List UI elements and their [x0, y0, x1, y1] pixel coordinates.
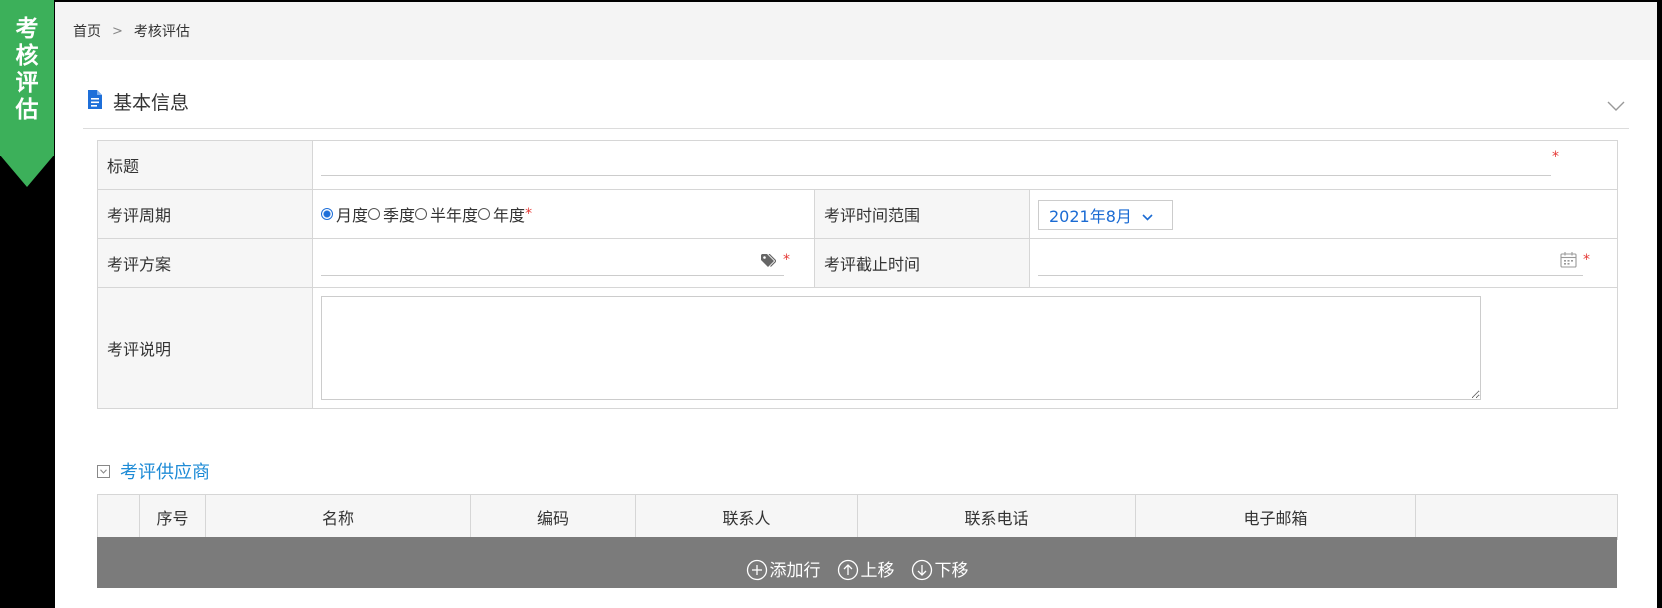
plan-input[interactable]: [321, 247, 784, 276]
radio-half-year[interactable]: [415, 208, 428, 220]
column-header: 序号: [139, 494, 206, 540]
radio-yearly[interactable]: [478, 208, 491, 220]
table-header-row: 序号 名称 编码 联系人 联系电话 电子邮箱: [97, 494, 1618, 540]
title-input[interactable]: [321, 147, 1552, 176]
cycle-label: 考评周期: [97, 189, 313, 239]
range-select[interactable]: 2021年8月: [1038, 200, 1173, 230]
ribbon-char: 评: [15, 70, 39, 96]
collapse-chevron-icon[interactable]: [1607, 96, 1625, 115]
vendors-title: 考评供应商: [120, 462, 210, 483]
ribbon-label: 考 核 评 估: [0, 16, 54, 124]
tag-icon[interactable]: [761, 252, 777, 271]
title-cell: *: [311, 140, 1619, 190]
radio-label[interactable]: 半年度: [430, 202, 478, 226]
main-panel: 首页 > 考核评估 基本信息 标题 * 考评周期 月度 季度 半年度 年度 * …: [55, 2, 1657, 608]
required-mark: *: [1552, 149, 1560, 165]
calendar-icon[interactable]: [1560, 252, 1577, 272]
cycle-radio-group: 月度 季度 半年度 年度 *: [313, 202, 814, 226]
move-up-button[interactable]: 上移: [837, 544, 895, 581]
add-row-button[interactable]: 添加行: [746, 544, 821, 581]
column-header: [97, 494, 140, 540]
column-header: 联系人: [635, 494, 858, 540]
move-down-label: 下移: [934, 561, 969, 581]
deadline-label: 考评截止时间: [814, 238, 1030, 288]
breadcrumb-separator: >: [112, 23, 123, 39]
column-header: [1415, 494, 1618, 540]
radio-monthly[interactable]: [321, 208, 333, 220]
radio-label[interactable]: 年度: [493, 202, 525, 226]
required-mark: *: [525, 206, 533, 222]
breadcrumb-home[interactable]: 首页: [73, 21, 101, 41]
column-header: 名称: [205, 494, 471, 540]
deadline-input[interactable]: [1038, 247, 1584, 276]
desc-textarea[interactable]: [321, 296, 1481, 400]
radio-label[interactable]: 季度: [383, 202, 415, 226]
move-up-label: 上移: [860, 561, 895, 581]
ribbon-char: 核: [15, 43, 39, 69]
plan-cell: *: [312, 238, 815, 288]
add-row-label: 添加行: [769, 561, 821, 581]
basic-info-form: 标题 * 考评周期 月度 季度 半年度 年度 * 考评时间范围 2021年8月: [97, 140, 1619, 409]
ribbon-tip: [0, 155, 54, 187]
section-title: 基本信息: [113, 92, 190, 114]
collapse-checkbox-icon[interactable]: [97, 464, 110, 478]
required-mark: *: [783, 252, 790, 268]
column-header: 联系电话: [857, 494, 1136, 540]
breadcrumb-current: 考核评估: [133, 24, 190, 40]
document-icon: [88, 90, 102, 109]
desc-cell: [311, 287, 1619, 409]
range-label: 考评时间范围: [814, 189, 1030, 239]
required-mark: *: [1583, 252, 1591, 268]
desc-label: 考评说明: [97, 287, 313, 409]
plus-circle-icon: [746, 559, 767, 581]
column-header: 编码: [470, 494, 636, 540]
range-value: 2021年8月: [1049, 207, 1132, 226]
table-action-bar: 添加行 上移 下移: [97, 537, 1617, 588]
chevron-down-icon: [1142, 206, 1153, 225]
range-cell: 2021年8月: [1028, 189, 1619, 239]
column-header: 电子邮箱: [1135, 494, 1416, 540]
arrow-down-circle-icon: [911, 559, 932, 581]
ribbon-char: 估: [15, 97, 39, 123]
plan-label: 考评方案: [97, 238, 313, 288]
arrow-up-circle-icon: [837, 559, 858, 581]
title-label: 标题: [97, 140, 313, 190]
ribbon-char: 考: [15, 16, 39, 42]
breadcrumb: 首页 > 考核评估: [55, 2, 1657, 60]
vendors-section-header[interactable]: 考评供应商: [97, 458, 210, 484]
basic-info-header: 基本信息: [83, 78, 1629, 129]
radio-label[interactable]: 月度: [336, 202, 368, 226]
side-ribbon: 考 核 评 估: [0, 0, 54, 187]
vendors-table: 序号 名称 编码 联系人 联系电话 电子邮箱: [97, 494, 1618, 540]
cycle-cell: 月度 季度 半年度 年度 *: [312, 189, 815, 239]
radio-quarterly[interactable]: [368, 208, 381, 220]
deadline-cell: *: [1028, 238, 1619, 288]
move-down-button[interactable]: 下移: [911, 544, 969, 581]
